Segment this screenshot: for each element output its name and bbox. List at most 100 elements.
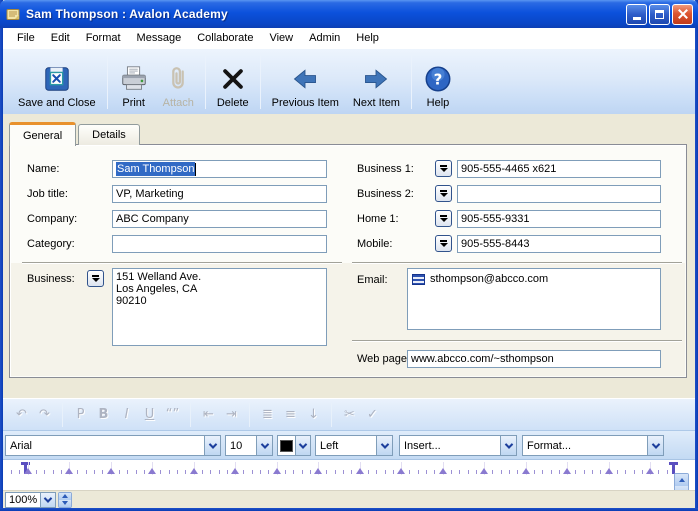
business2-field[interactable] <box>457 185 661 203</box>
next-item-label: Next Item <box>353 97 400 109</box>
chevron-down-icon <box>376 436 392 455</box>
menu-item-view[interactable]: View <box>261 30 301 46</box>
window-title: Sam Thompson : Avalon Academy <box>26 7 228 21</box>
maximize-button[interactable] <box>649 4 670 25</box>
section-divider <box>352 340 682 342</box>
name-field[interactable]: Sam Thompson <box>112 160 327 178</box>
previous-item-button[interactable]: Previous Item <box>265 53 346 111</box>
format-combo[interactable]: Format... <box>522 435 664 456</box>
tab-strip: General Details <box>9 122 140 145</box>
close-button[interactable] <box>672 4 693 25</box>
mobile-field[interactable] <box>457 235 661 253</box>
email-field[interactable]: sthompson@abcco.com <box>407 268 661 330</box>
alignment-combo[interactable]: Left <box>315 435 393 456</box>
menu-item-help[interactable]: Help <box>348 30 387 46</box>
tab-page-area: General Details Name: Sam Thompson Job t… <box>3 114 695 398</box>
zoom-dropdown-button[interactable] <box>41 492 56 508</box>
app-icon <box>5 6 21 22</box>
save-and-close-button[interactable]: Save and Close <box>11 53 103 111</box>
dropdown-icon <box>440 168 448 172</box>
toolbar-separator <box>249 403 250 427</box>
menu-item-admin[interactable]: Admin <box>301 30 348 46</box>
status-bar: 100% <box>3 490 695 508</box>
svg-text:?: ? <box>434 70 443 88</box>
business1-field[interactable] <box>457 160 661 178</box>
job-title-field[interactable] <box>112 185 327 203</box>
font-color-combo[interactable] <box>277 435 311 456</box>
category-field[interactable] <box>112 235 327 253</box>
editor-strip <box>3 460 695 490</box>
font-family-combo[interactable]: Arial <box>5 435 221 456</box>
dropdown-icon <box>440 243 448 247</box>
general-tab-panel: Name: Sam Thompson Job title: Company: C… <box>9 144 687 378</box>
list-icon: ≣ <box>257 407 278 422</box>
chevron-down-icon <box>500 436 516 455</box>
home1-label: Home 1: <box>357 213 399 225</box>
attach-button: Attach <box>156 53 201 111</box>
business1-type-dropdown[interactable] <box>435 160 452 177</box>
save-close-icon <box>42 61 72 97</box>
bold-icon: B <box>93 407 114 422</box>
insert-value: Insert... <box>400 440 500 452</box>
font-size-value: 10 <box>226 440 256 452</box>
home1-field[interactable] <box>457 210 661 228</box>
zoom-spinner[interactable] <box>58 492 72 508</box>
contact-editor-window: Sam Thompson : Avalon Academy File Edit … <box>0 0 698 511</box>
menu-item-collaborate[interactable]: Collaborate <box>189 30 261 46</box>
company-label: Company: <box>27 213 77 225</box>
font-size-combo[interactable]: 10 <box>225 435 273 456</box>
menu-item-format[interactable]: Format <box>78 30 129 46</box>
font-family-value: Arial <box>6 440 204 452</box>
business-address-label: Business: <box>27 273 75 285</box>
business2-type-dropdown[interactable] <box>435 185 452 202</box>
tab-general[interactable]: General <box>9 122 76 146</box>
insert-combo[interactable]: Insert... <box>399 435 517 456</box>
ruler <box>3 460 695 477</box>
quote-icon: “” <box>162 407 183 422</box>
save-and-close-label: Save and Close <box>18 97 96 109</box>
business-address-type-dropdown[interactable] <box>87 270 104 287</box>
print-icon <box>119 61 149 97</box>
help-label: Help <box>427 97 450 109</box>
previous-item-label: Previous Item <box>272 97 339 109</box>
print-button[interactable]: Print <box>112 53 156 111</box>
menu-item-message[interactable]: Message <box>129 30 190 46</box>
spellcheck-icon: ✓ <box>362 407 383 422</box>
delete-button[interactable]: Delete <box>210 53 256 111</box>
company-field[interactable] <box>112 210 327 228</box>
arrow-left-icon <box>291 61 319 97</box>
title-bar[interactable]: Sam Thompson : Avalon Academy <box>0 0 698 28</box>
mobile-type-dropdown[interactable] <box>435 235 452 252</box>
help-icon: ? <box>423 61 453 97</box>
align-lines-icon: ≡ <box>280 407 301 422</box>
web-page-field[interactable] <box>407 350 661 368</box>
name-label: Name: <box>27 163 59 175</box>
menu-item-edit[interactable]: Edit <box>43 30 78 46</box>
underline-icon: U <box>139 407 160 422</box>
minimize-button[interactable] <box>626 4 647 25</box>
redo-icon: ↷ <box>34 407 55 422</box>
zoom-decrease-icon[interactable] <box>59 500 71 507</box>
toolbar-separator <box>260 55 261 109</box>
home1-type-dropdown[interactable] <box>435 210 452 227</box>
dropdown-icon <box>440 190 447 192</box>
menu-item-file[interactable]: File <box>9 30 43 46</box>
dropdown-icon <box>440 193 448 197</box>
zoom-increase-icon[interactable] <box>59 493 71 500</box>
attach-icon <box>163 61 193 97</box>
main-toolbar: Save and Close Print A <box>3 48 695 114</box>
help-button[interactable]: ? Help <box>416 53 460 111</box>
chevron-down-icon <box>204 436 220 455</box>
format-value: Format... <box>523 440 647 452</box>
toolbar-separator <box>62 403 63 427</box>
job-title-label: Job title: <box>27 188 68 200</box>
print-label: Print <box>122 97 145 109</box>
name-value-selected: Sam Thompson <box>116 162 195 176</box>
next-item-button[interactable]: Next Item <box>346 53 407 111</box>
scroll-up-icon[interactable] <box>675 474 688 486</box>
tab-details[interactable]: Details <box>78 124 140 145</box>
zoom-level-field[interactable]: 100% <box>5 492 41 508</box>
email-value: sthompson@abcco.com <box>430 273 548 285</box>
mobile-label: Mobile: <box>357 238 392 250</box>
business-address-field[interactable]: 151 Welland Ave. Los Angeles, CA 90210 <box>112 268 327 346</box>
